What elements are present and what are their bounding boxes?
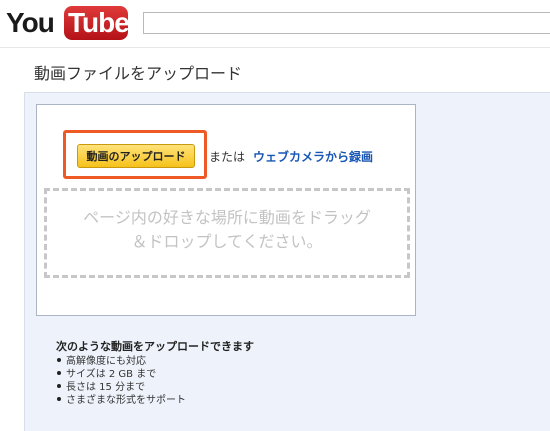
search-input[interactable] [143,12,550,34]
drop-zone-text: ページ内の好きな場所に動画をドラッグ ＆ドロップしてください。 [44,206,410,254]
list-item-text: さまざまな形式をサポート [66,395,186,406]
page-title: 動画ファイルをアップロード [34,64,243,83]
logo-tube-text: Tube [68,7,130,38]
list-item: 高解像度にも対応 [56,355,186,368]
list-item-text: サイズは 2 GB まで [66,369,157,380]
requirements-title: 次のような動画をアップロードできます [56,340,254,353]
drop-zone-text-line2: ＆ドロップしてください。 [131,232,323,251]
requirements-list: 高解像度にも対応 サイズは 2 GB まで 長さは 15 分まで さまざまな形式… [56,355,186,407]
bullet-icon [57,358,61,362]
upload-video-button[interactable]: 動画のアップロード [77,144,195,168]
list-item: サイズは 2 GB まで [56,368,186,381]
bullet-icon [57,384,61,388]
list-item-text: 長さは 15 分まで [66,382,146,393]
list-item-text: 高解像度にも対応 [66,356,146,367]
logo-you-text: You [6,7,55,38]
header-divider [0,47,550,48]
bullet-icon [57,397,61,401]
youtube-logo[interactable]: You Tube [6,6,132,42]
record-from-webcam-link[interactable]: ウェブカメラから録画 [253,148,373,165]
drop-zone-text-line1: ページ内の好きな場所に動画をドラッグ [83,208,371,227]
or-text: または [209,150,246,164]
list-item: 長さは 15 分まで [56,381,186,394]
bullet-icon [57,371,61,375]
list-item: さまざまな形式をサポート [56,394,186,407]
